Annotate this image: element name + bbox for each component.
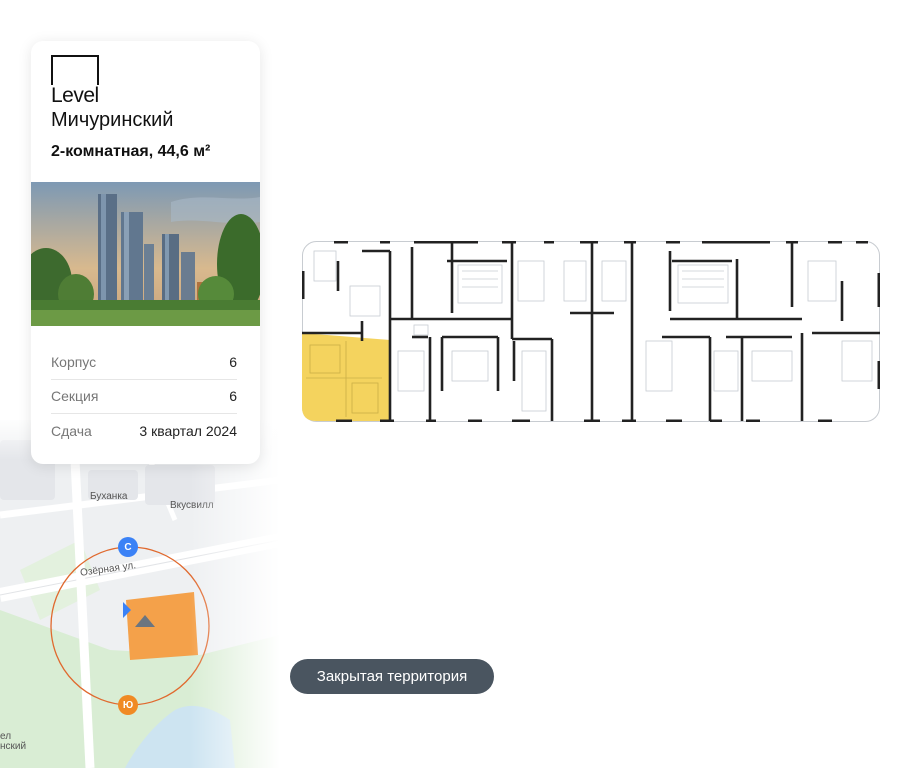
info-row-building: Корпус 6	[51, 345, 237, 379]
info-label: Сдача	[51, 423, 92, 439]
compass-north-badge: С	[118, 537, 138, 557]
info-label: Корпус	[51, 354, 97, 370]
poi-label: Буханка	[90, 491, 128, 502]
apartment-card: Level Мичуринский 2-комнатная, 44,6 м² К…	[31, 41, 260, 464]
closed-territory-badge: Закрытая территория	[290, 659, 494, 694]
info-label: Секция	[51, 388, 99, 404]
project-name: Мичуринский	[51, 109, 174, 131]
info-value: 6	[229, 388, 237, 404]
brand-wordmark: Level	[51, 85, 102, 107]
floor-plan[interactable]	[302, 241, 880, 422]
brand-logo: Level Мичуринский	[51, 55, 201, 135]
location-map[interactable]: Озёрная ул. Буханка Вкусвилл ел нский С …	[0, 420, 280, 768]
info-value: 6	[229, 354, 237, 370]
info-row-section: Секция 6	[51, 379, 237, 413]
project-photo	[31, 182, 260, 326]
apartment-title: 2-комнатная, 44,6 м²	[51, 143, 211, 160]
map-fade	[190, 420, 280, 768]
info-row-delivery: Сдача 3 квартал 2024	[51, 414, 237, 448]
info-value: 3 квартал 2024	[139, 423, 237, 439]
map-text: нский	[0, 741, 27, 752]
compass-south-badge: Ю	[118, 695, 138, 715]
